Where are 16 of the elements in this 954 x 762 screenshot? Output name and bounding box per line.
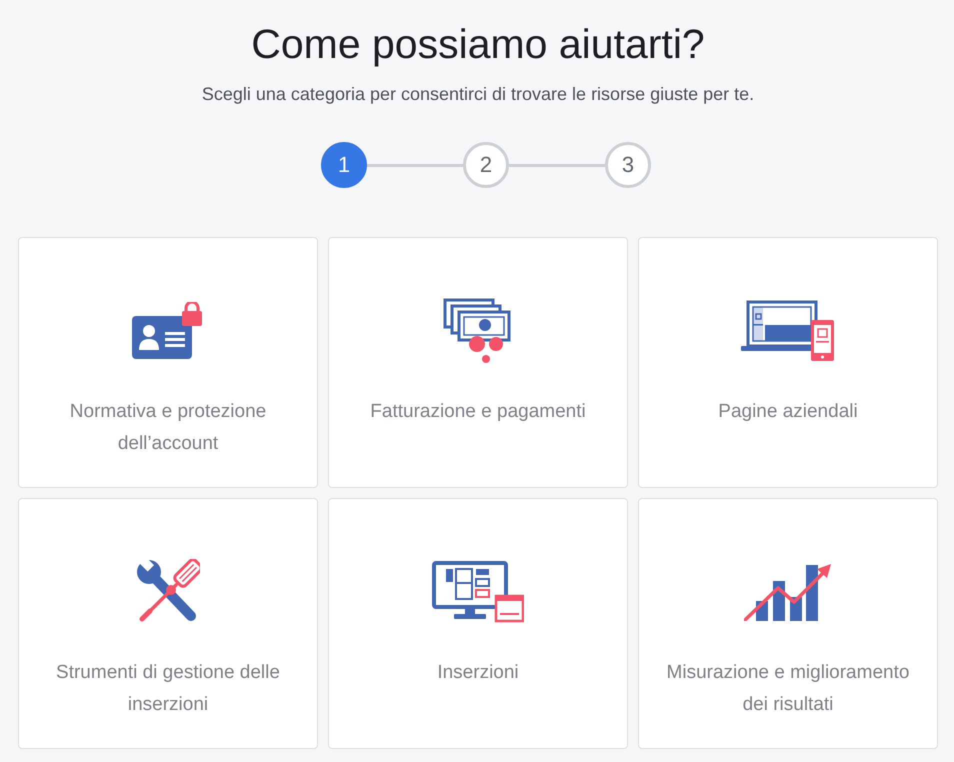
laptop-phone-icon: [741, 300, 835, 362]
category-card[interactable]: Normativa e protezione dell’account: [18, 237, 318, 488]
category-card[interactable]: Fatturazione e pagamenti: [328, 237, 628, 488]
step-circle: 2: [463, 142, 509, 188]
category-card[interactable]: Strumenti di gestione delle inserzioni: [18, 498, 318, 749]
page-subtitle: Scegli una categoria per consentirci di trovare le risorse giuste per te.: [202, 83, 754, 106]
category-card[interactable]: Misurazione e miglioramento dei risultati: [638, 498, 938, 749]
page-title: Come possiamo aiutarti?: [251, 20, 705, 69]
bar-chart-arrow-icon: [744, 563, 832, 621]
banknotes-coins-icon: [443, 298, 513, 364]
category-card[interactable]: Inserzioni: [328, 498, 628, 749]
step-circle: 1: [321, 142, 367, 188]
monitor-window-icon: [432, 561, 524, 623]
id-card-lock-icon: [132, 302, 204, 360]
category-card[interactable]: Pagine aziendali: [638, 237, 938, 488]
step-circle: 3: [605, 142, 651, 188]
